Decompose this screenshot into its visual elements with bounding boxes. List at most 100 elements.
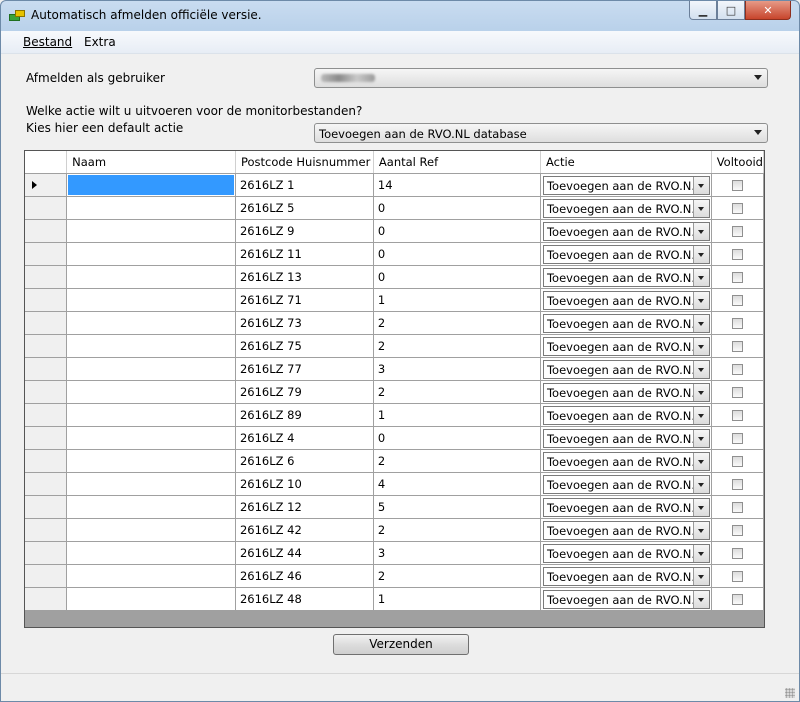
voltooid-checkbox[interactable] [731,179,743,191]
row-header[interactable] [25,219,68,243]
table-row[interactable]: 2616LZ 5 0 Toevoegen aan de RVO.N... [25,196,764,220]
row-header[interactable] [25,518,68,542]
voltooid-checkbox[interactable] [731,501,743,513]
cell-postcode[interactable]: 2616LZ 1 [235,173,374,197]
cell-naam[interactable] [66,495,236,519]
voltooid-checkbox[interactable] [731,455,743,467]
chevron-down-icon[interactable] [692,177,709,194]
actie-dropdown[interactable]: Toevoegen aan de RVO.N... [542,314,710,333]
table-row[interactable]: 2616LZ 75 2 Toevoegen aan de RVO.N... [25,334,764,358]
row-header[interactable] [25,472,68,496]
cell-naam[interactable] [66,518,236,542]
table-row[interactable]: 2616LZ 13 0 Toevoegen aan de RVO.N... [25,265,764,289]
chevron-down-icon[interactable] [692,315,709,332]
row-header[interactable] [25,587,68,611]
table-row[interactable]: 2616LZ 44 3 Toevoegen aan de RVO.N... [25,541,764,565]
cell-postcode[interactable]: 2616LZ 46 [235,564,374,588]
actie-dropdown[interactable]: Toevoegen aan de RVO.N... [542,176,710,195]
cell-postcode[interactable]: 2616LZ 11 [235,242,374,266]
actie-dropdown[interactable]: Toevoegen aan de RVO.N... [542,245,710,264]
cell-naam[interactable] [66,426,236,450]
cell-aantal-ref[interactable]: 1 [373,403,541,427]
actie-dropdown[interactable]: Toevoegen aan de RVO.N... [542,337,710,356]
cell-aantal-ref[interactable]: 0 [373,196,541,220]
table-row[interactable]: 2616LZ 46 2 Toevoegen aan de RVO.N... [25,564,764,588]
chevron-down-icon[interactable] [692,200,709,217]
cell-aantal-ref[interactable]: 0 [373,426,541,450]
actie-dropdown[interactable]: Toevoegen aan de RVO.N... [542,222,710,241]
voltooid-checkbox[interactable] [731,547,743,559]
cell-naam[interactable] [66,219,236,243]
row-header[interactable] [25,564,68,588]
actie-dropdown[interactable]: Toevoegen aan de RVO.N... [542,199,710,218]
cell-aantal-ref[interactable]: 2 [373,518,541,542]
cell-postcode[interactable]: 2616LZ 71 [235,288,374,312]
cell-naam[interactable] [66,288,236,312]
table-row[interactable]: 2616LZ 77 3 Toevoegen aan de RVO.N... [25,357,764,381]
chevron-down-icon[interactable] [692,499,709,516]
maximize-button[interactable]: □ [717,1,745,20]
row-header[interactable] [25,541,68,565]
row-header[interactable] [25,311,68,335]
default-action-dropdown[interactable]: Toevoegen aan de RVO.NL database [314,123,768,143]
cell-postcode[interactable]: 2616LZ 12 [235,495,374,519]
voltooid-checkbox[interactable] [731,478,743,490]
row-header[interactable] [25,380,68,404]
cell-aantal-ref[interactable]: 0 [373,242,541,266]
cell-postcode[interactable]: 2616LZ 4 [235,426,374,450]
chevron-down-icon[interactable] [692,246,709,263]
table-row[interactable]: 2616LZ 42 2 Toevoegen aan de RVO.N... [25,518,764,542]
table-row[interactable]: 2616LZ 1 14 Toevoegen aan de RVO.N... [25,173,764,197]
submit-button[interactable]: Verzenden [333,634,469,655]
voltooid-checkbox[interactable] [731,524,743,536]
actie-dropdown[interactable]: Toevoegen aan de RVO.N... [542,521,710,540]
actie-dropdown[interactable]: Toevoegen aan de RVO.N... [542,360,710,379]
cell-naam[interactable] [66,472,236,496]
voltooid-checkbox[interactable] [731,248,743,260]
chevron-down-icon[interactable] [692,522,709,539]
minimize-button[interactable]: ▁ [689,1,717,20]
chevron-down-icon[interactable] [692,453,709,470]
table-row[interactable]: 2616LZ 9 0 Toevoegen aan de RVO.N... [25,219,764,243]
user-dropdown[interactable] [314,68,768,88]
cell-naam[interactable] [66,173,236,197]
row-header[interactable] [25,449,68,473]
cell-postcode[interactable]: 2616LZ 48 [235,587,374,611]
cell-naam[interactable] [66,449,236,473]
voltooid-checkbox[interactable] [731,202,743,214]
data-grid[interactable]: Naam Postcode Huisnummer Aantal Ref Acti… [24,150,765,628]
cell-postcode[interactable]: 2616LZ 42 [235,518,374,542]
cell-aantal-ref[interactable]: 2 [373,334,541,358]
column-header-postcode[interactable]: Postcode Huisnummer [235,151,374,174]
cell-aantal-ref[interactable]: 2 [373,311,541,335]
menu-bestand[interactable]: Bestand [23,35,72,49]
actie-dropdown[interactable]: Toevoegen aan de RVO.N... [542,498,710,517]
actie-dropdown[interactable]: Toevoegen aan de RVO.N... [542,544,710,563]
table-row[interactable]: 2616LZ 10 4 Toevoegen aan de RVO.N... [25,472,764,496]
cell-aantal-ref[interactable]: 1 [373,288,541,312]
cell-naam[interactable] [66,541,236,565]
voltooid-checkbox[interactable] [731,363,743,375]
voltooid-checkbox[interactable] [731,593,743,605]
table-row[interactable]: 2616LZ 71 1 Toevoegen aan de RVO.N... [25,288,764,312]
cell-naam[interactable] [66,196,236,220]
cell-aantal-ref[interactable]: 0 [373,219,541,243]
chevron-down-icon[interactable] [692,384,709,401]
row-header[interactable] [25,357,68,381]
row-header[interactable] [25,196,68,220]
chevron-down-icon[interactable] [692,568,709,585]
voltooid-checkbox[interactable] [731,386,743,398]
cell-postcode[interactable]: 2616LZ 75 [235,334,374,358]
chevron-down-icon[interactable] [692,545,709,562]
table-row[interactable]: 2616LZ 48 1 Toevoegen aan de RVO.N... [25,587,764,611]
column-header-actie[interactable]: Actie [540,151,712,174]
actie-dropdown[interactable]: Toevoegen aan de RVO.N... [542,590,710,609]
cell-aantal-ref[interactable]: 5 [373,495,541,519]
cell-aantal-ref[interactable]: 2 [373,380,541,404]
cell-postcode[interactable]: 2616LZ 5 [235,196,374,220]
cell-postcode[interactable]: 2616LZ 77 [235,357,374,381]
table-row[interactable]: 2616LZ 79 2 Toevoegen aan de RVO.N... [25,380,764,404]
cell-postcode[interactable]: 2616LZ 79 [235,380,374,404]
chevron-down-icon[interactable] [692,476,709,493]
actie-dropdown[interactable]: Toevoegen aan de RVO.N... [542,291,710,310]
